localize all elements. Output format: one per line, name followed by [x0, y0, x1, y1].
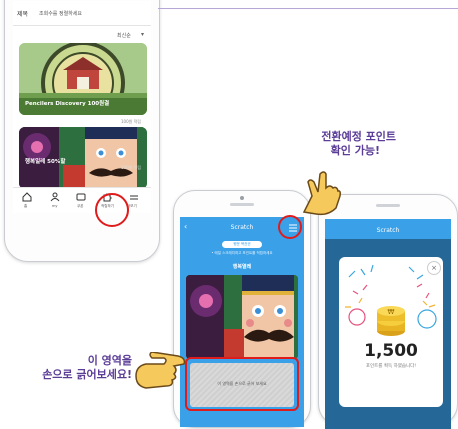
callout-bottom-line2: 손으로 긁어보세요! — [42, 368, 132, 381]
close-icon[interactable]: × — [427, 261, 441, 275]
scratch-heading: 행복열레 — [232, 264, 252, 270]
content-card-1[interactable]: Pencilers Discovery 100원결 — [19, 43, 147, 115]
phone-3: Scratch × ₩ 1,500 포인트를 획득 하였습니다! — [318, 194, 458, 429]
highlight-scratch-area — [185, 357, 299, 411]
scratch-card-image — [186, 275, 298, 359]
phone3-speaker — [376, 204, 400, 207]
pointing-hand-icon — [302, 171, 341, 216]
top-rule — [158, 8, 458, 9]
card2-title: 행복일레 50%할 — [25, 159, 66, 165]
coupon-icon[interactable] — [76, 192, 86, 202]
sort-order[interactable]: 최신순 — [117, 32, 131, 39]
phone1-divider — [13, 25, 151, 26]
highlight-earn-tab — [95, 193, 129, 227]
phone2-camera — [240, 196, 244, 200]
nav-label-coupon: 쿠폰 — [77, 204, 84, 208]
svg-text:₩: ₩ — [388, 308, 395, 316]
phone-3-screen: Scratch × ₩ 1,500 포인트를 획득 하였습니다! — [325, 219, 451, 429]
callout-bottom-line1: 이 영역을 — [87, 354, 132, 367]
points-value: 1,500 — [364, 341, 418, 361]
callout-top-line1: 전환예정 포인트 — [321, 130, 396, 143]
lottery-pill: 행운 복권권 — [222, 241, 262, 248]
sort-filter[interactable]: 제목 — [17, 9, 28, 18]
nav-label-home: 홈 — [24, 204, 28, 208]
nutcracker-illustration — [186, 275, 298, 359]
phone-1: 제목 조회수를 정렬하세요 최신순 ▾ Pencilers Discovery … — [4, 0, 160, 262]
nav-label-my: my — [52, 204, 58, 208]
card1-meta: 100원 적립 — [121, 119, 141, 124]
home-icon[interactable] — [22, 192, 32, 202]
sort-hint: 조회수를 정렬하세요 — [39, 11, 82, 17]
phone-1-screen: 제목 조회수를 정렬하세요 최신순 ▾ Pencilers Discovery … — [13, 1, 151, 213]
coin-stack-icon: ₩ — [377, 306, 405, 336]
card2-meta: 100원 적립 — [121, 165, 141, 170]
reward-popup: × ₩ 1,500 포인트를 획득 하였습니다! — [339, 257, 443, 407]
info-text: • 매일 스크래치하고 포인트를 적립하세요 — [211, 251, 273, 255]
person-icon[interactable] — [50, 192, 60, 202]
card1-title: Pencilers Discovery 100원결 — [25, 101, 110, 107]
phone3-title: Scratch — [376, 227, 400, 234]
pointing-hand-icon — [135, 352, 186, 389]
callout-top-line2: 확인 가능! — [330, 144, 380, 157]
highlight-menu — [278, 215, 302, 239]
more-icon[interactable] — [129, 192, 139, 202]
bottom-nav: 홈 my 쿠폰 적립하기 더보기 — [13, 187, 151, 213]
chevron-down-icon[interactable]: ▾ — [141, 31, 144, 38]
phone2-speaker — [230, 203, 254, 206]
points-subtext: 포인트를 획득 하였습니다! — [365, 364, 417, 369]
content-card-2[interactable]: 행복일레 50%할 — [19, 127, 147, 189]
phone-2: ‹ Scratch 행운 복권권 • 매일 스크래치하고 포인트를 적립하세요 … — [173, 190, 311, 428]
